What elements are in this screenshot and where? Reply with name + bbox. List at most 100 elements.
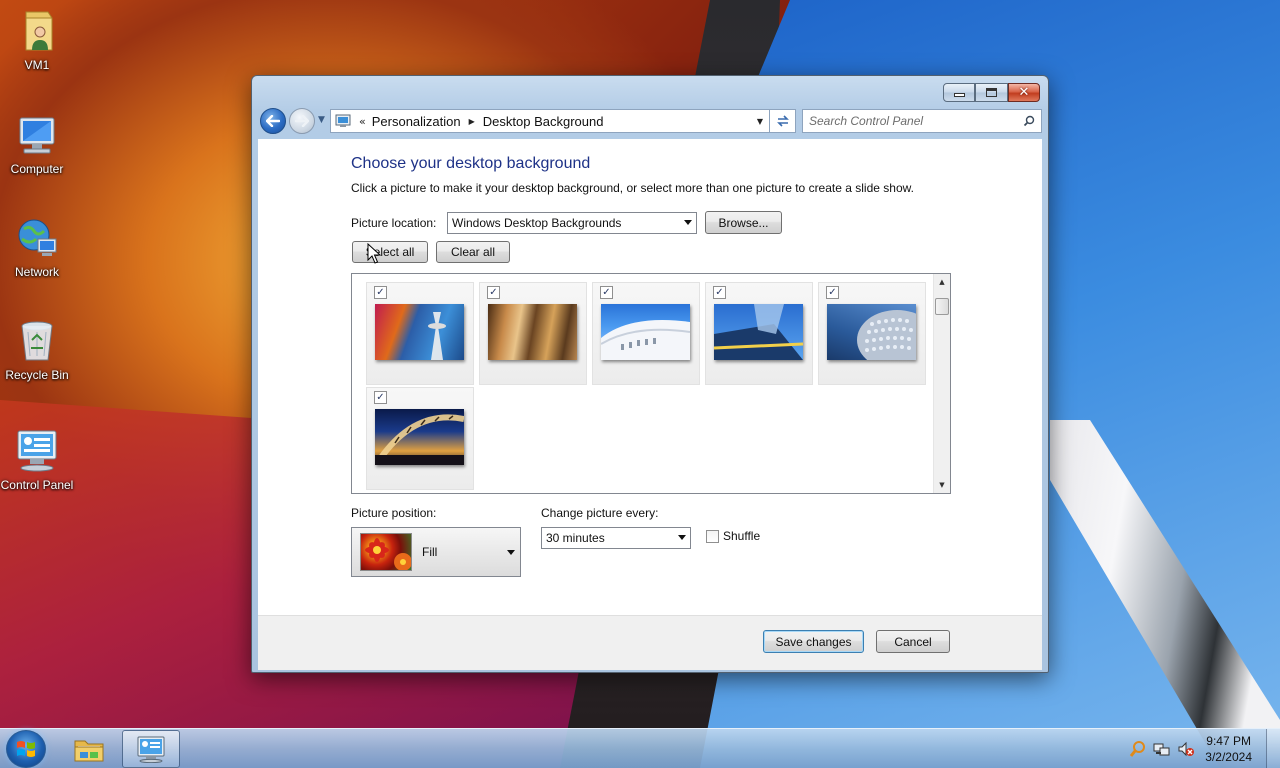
windows-logo-icon	[17, 741, 35, 757]
address-dropdown-button[interactable]: ▼	[751, 110, 769, 132]
dialog-footer: Save changes Cancel	[258, 615, 1042, 670]
picture-location-value: Windows Desktop Backgrounds	[452, 216, 622, 230]
address-bar[interactable]: « Personalization ▶ Desktop Background ▼	[330, 109, 770, 133]
cancel-button[interactable]: Cancel	[876, 630, 950, 653]
picture-tile[interactable]: ✓	[818, 282, 926, 385]
content-area: Choose your desktop background Click a p…	[258, 139, 1042, 670]
picture-checkbox[interactable]: ✓	[600, 286, 613, 299]
wallpaper-thumbnail	[714, 304, 803, 360]
close-icon: ✕	[1018, 85, 1030, 100]
picture-grid-scrollbar[interactable]: ▲ ▼	[933, 274, 950, 493]
recycle-bin-icon	[14, 318, 60, 364]
scroll-down-icon[interactable]: ▼	[934, 477, 950, 493]
close-button[interactable]: ✕	[1008, 83, 1040, 102]
refresh-button[interactable]	[770, 109, 796, 133]
minimize-icon	[953, 93, 965, 97]
chevron-down-icon	[678, 535, 686, 540]
desktop-icon-computer[interactable]: Computer	[0, 112, 74, 177]
forward-arrow-icon	[295, 115, 309, 127]
desktop-icon-network[interactable]: Network	[0, 215, 74, 280]
desktop-icon-control-panel[interactable]: Control Panel	[0, 428, 74, 493]
desktop-background-window: ✕ ▼ « Personalization ▶ Desktop Backgrou…	[251, 75, 1049, 673]
picture-checkbox[interactable]: ✓	[713, 286, 726, 299]
breadcrumb-personalization[interactable]: Personalization	[372, 114, 461, 129]
control-panel-icon	[14, 428, 60, 474]
picture-location-select[interactable]: Windows Desktop Backgrounds	[447, 212, 697, 234]
start-button[interactable]	[6, 730, 46, 768]
show-desktop-button[interactable]	[1266, 729, 1280, 768]
scroll-thumb[interactable]	[935, 298, 949, 315]
picture-position-select[interactable]: Fill	[351, 527, 521, 577]
change-interval-value: 30 minutes	[546, 531, 605, 545]
maximize-button[interactable]	[975, 83, 1008, 102]
picture-tile[interactable]: ✓	[366, 282, 474, 385]
taskbar: 9:47 PM 3/2/2024	[0, 728, 1280, 768]
minimize-button[interactable]	[943, 83, 975, 102]
page-description: Click a picture to make it your desktop …	[351, 181, 914, 195]
picture-checkbox[interactable]: ✓	[374, 286, 387, 299]
taskbar-clock[interactable]: 9:47 PM 3/2/2024	[1205, 733, 1252, 765]
picture-position-label: Picture position:	[351, 506, 437, 520]
mouse-cursor-icon	[367, 243, 381, 264]
breadcrumb-overflow[interactable]: «	[359, 115, 366, 128]
change-picture-every-label: Change picture every:	[541, 506, 659, 520]
chevron-down-icon	[507, 550, 515, 555]
breadcrumb-separator-icon[interactable]: ▶	[469, 117, 475, 126]
network-status-icon[interactable]	[1153, 740, 1171, 758]
search-box	[802, 109, 1042, 133]
wallpaper-thumbnail	[375, 409, 464, 465]
wallpaper-thumbnail	[375, 304, 464, 360]
wallpaper-thumbnail	[827, 304, 916, 360]
desktop-icon-vm1[interactable]: VM1	[0, 8, 74, 73]
scroll-up-icon[interactable]: ▲	[934, 274, 950, 290]
control-panel-small-icon	[335, 114, 351, 128]
clock-date: 3/2/2024	[1205, 750, 1252, 764]
back-button[interactable]	[260, 108, 286, 134]
desktop-icon-label: VM1	[24, 58, 50, 72]
shuffle-label[interactable]: Shuffle	[723, 529, 760, 543]
change-interval-select[interactable]: 30 minutes	[541, 527, 691, 549]
picture-tile[interactable]: ✓	[705, 282, 813, 385]
select-all-button[interactable]: Select all	[352, 241, 428, 263]
picture-tile[interactable]: ✓	[366, 387, 474, 490]
navigation-bar: ▼ « Personalization ▶ Desktop Background…	[258, 107, 1042, 135]
user-folder-icon	[14, 8, 60, 54]
forward-button[interactable]	[289, 108, 315, 134]
control-panel-icon	[137, 736, 165, 763]
picture-checkbox[interactable]: ✓	[826, 286, 839, 299]
action-center-icon[interactable]	[1129, 740, 1147, 758]
taskbar-control-panel[interactable]	[122, 730, 180, 768]
desktop-icon-recycle-bin[interactable]: Recycle Bin	[0, 318, 74, 383]
network-icon	[14, 215, 60, 261]
picture-position-value: Fill	[422, 545, 438, 559]
system-tray	[1126, 729, 1198, 768]
picture-checkbox[interactable]: ✓	[374, 391, 387, 404]
clear-all-button[interactable]: Clear all	[436, 241, 510, 263]
volume-muted-icon[interactable]	[1177, 740, 1195, 758]
breadcrumb-desktop-background[interactable]: Desktop Background	[483, 114, 604, 129]
picture-location-label: Picture location:	[351, 216, 437, 230]
flower-thumbnail	[360, 533, 412, 571]
desktop-icon-label: Network	[14, 265, 59, 279]
shuffle-checkbox[interactable]	[706, 530, 719, 543]
search-input[interactable]	[809, 114, 1015, 128]
computer-icon	[14, 112, 60, 158]
picture-grid: ✓ ✓ ✓ ✓ ✓ ✓ ▲ ▼	[351, 273, 951, 494]
browse-button[interactable]: Browse...	[705, 211, 782, 234]
save-changes-button[interactable]: Save changes	[763, 630, 864, 653]
search-icon[interactable]	[1023, 115, 1035, 127]
refresh-icon	[776, 115, 789, 127]
picture-checkbox[interactable]: ✓	[487, 286, 500, 299]
desktop-icon-label: Control Panel	[0, 478, 74, 492]
picture-tile[interactable]: ✓	[592, 282, 700, 385]
folder-icon	[74, 740, 104, 762]
taskbar-file-explorer[interactable]	[60, 730, 118, 768]
back-arrow-icon	[266, 115, 280, 127]
recent-pages-dropdown[interactable]: ▼	[318, 115, 325, 125]
picture-tile[interactable]: ✓	[479, 282, 587, 385]
chevron-down-icon	[684, 220, 692, 225]
wallpaper-thumbnail	[601, 304, 690, 360]
desktop-icon-label: Computer	[10, 162, 64, 176]
page-title: Choose your desktop background	[351, 155, 591, 172]
desktop-icon-label: Recycle Bin	[5, 368, 69, 382]
